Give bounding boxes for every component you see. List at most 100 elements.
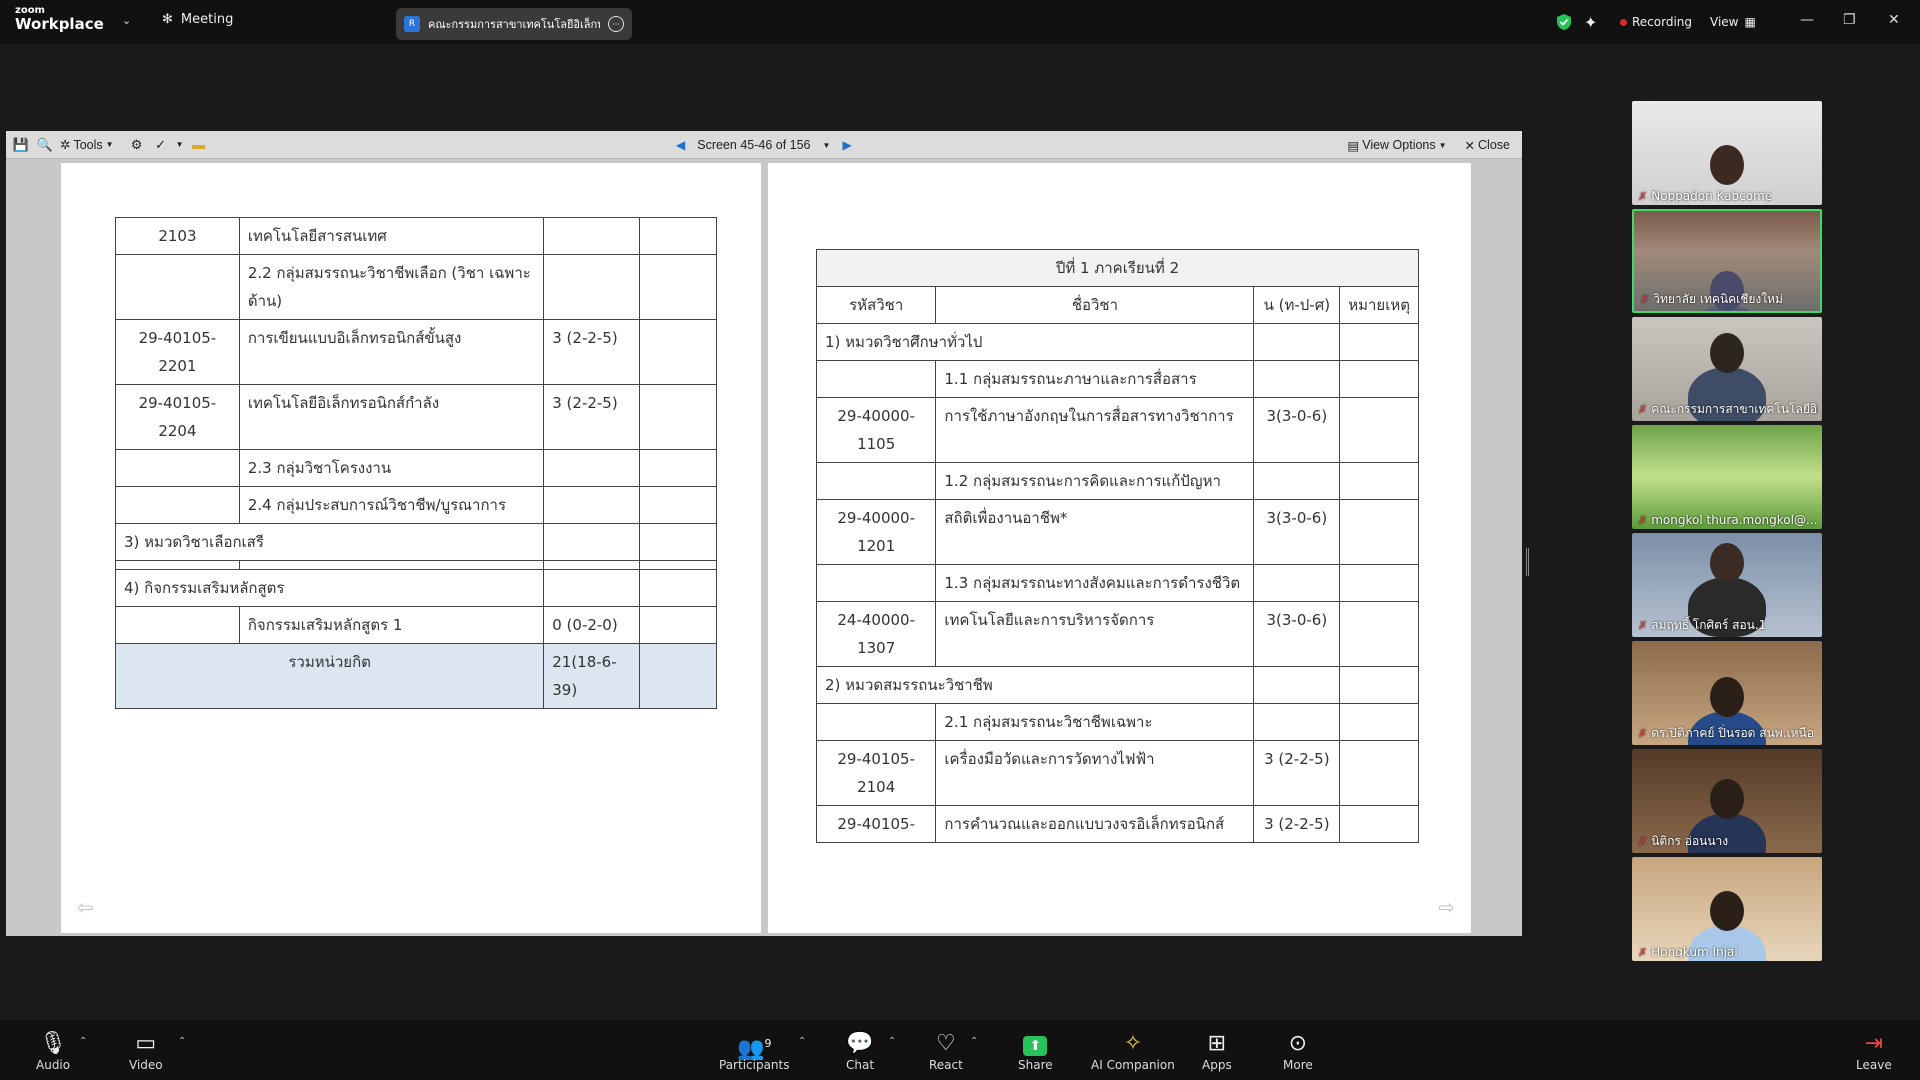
muted-microphone-icon: ✗	[1638, 835, 1648, 848]
participant-video	[1710, 779, 1744, 819]
recording-dot-icon	[1620, 18, 1627, 26]
restore-window-icon[interactable]: ❐	[1843, 12, 1856, 28]
participant-tile[interactable]: ✗ Noppadon Kabcome	[1632, 101, 1822, 205]
table-cell	[639, 560, 717, 570]
next-screen-icon[interactable]: ▶	[842, 138, 851, 152]
more-options-icon[interactable]: ···	[608, 16, 624, 32]
participant-tile[interactable]: ✗ ดร.ปิติภาคย์ ปิ่นรอด สนพ.เหนือ	[1632, 641, 1822, 745]
muted-microphone-icon: ✗	[1638, 619, 1648, 632]
table-row: 24-40000-1307 เทคโนโลยีและการบริหารจัดการ…	[815, 601, 1419, 667]
spelling-icon[interactable]: ✓	[152, 136, 170, 154]
column-header: หมายเหตุ	[1339, 286, 1419, 324]
participant-tile[interactable]: ✗ Hongkum Injai	[1632, 857, 1822, 961]
leave-button[interactable]: ⇥ Leave	[1856, 1030, 1892, 1072]
table-row: 2.4 กลุ่มประสบการณ์วิชาชีพ/บูรณาการ	[115, 486, 717, 524]
muted-microphone-icon: ✗	[1638, 403, 1648, 416]
credit-cell: 3 (2-2-5)	[1253, 805, 1341, 843]
remark-cell	[639, 449, 717, 487]
participant-tile[interactable]: ✗ mongkol thura.mongkol@...	[1632, 425, 1822, 529]
participant-tile[interactable]: ✗ วิทยาลัย เทคนิคเชียงใหม่	[1632, 209, 1822, 313]
group-cell: 2.1 กลุ่มสมรรถนะวิชาชีพเฉพาะ	[935, 703, 1255, 741]
share-button[interactable]: ⬆ Share	[1018, 1030, 1053, 1072]
apps-icon: ⊞	[1207, 1031, 1227, 1056]
previous-page-arrow-icon[interactable]: ⇦	[77, 895, 94, 919]
remark-cell	[639, 319, 717, 385]
page-indicator[interactable]: Screen 45-46 of 156	[697, 138, 810, 152]
table-row: 29-40105-2104 เครื่องมือวัดและการวัดทางไฟ…	[815, 740, 1419, 806]
react-caret-icon[interactable]: ⌃	[970, 1036, 978, 1047]
table-cell	[815, 360, 937, 398]
table-row: 1.3 กลุ่มสมรรถนะทางสังคมและการดำรงชีวิต	[815, 564, 1419, 602]
view-options-menu[interactable]: ▤ View Options ▼	[1347, 138, 1446, 153]
view-button[interactable]: View ▦	[1710, 10, 1756, 34]
research-icon[interactable]: ⚙	[128, 136, 146, 154]
top-bar: zoom Workplace ⌄ ✻ Meeting R คณะกรรมการส…	[0, 0, 1920, 44]
table-cell	[543, 569, 641, 607]
ai-sparkle-icon[interactable]: ✦	[1584, 10, 1597, 34]
close-icon: ✕	[1464, 138, 1476, 153]
close-reading-button[interactable]: ✕ Close	[1465, 138, 1510, 153]
react-button[interactable]: ♡ React	[929, 1030, 963, 1072]
meeting-menu[interactable]: ✻ Meeting	[162, 12, 233, 27]
course-code-cell: 29-40000-1105	[815, 397, 937, 463]
save-icon[interactable]: 💾	[12, 136, 30, 154]
table-row: 29-40000-1105 การใช้ภาษาอังกฤษในการสื่อสา…	[815, 397, 1419, 463]
participant-name-label: ✗ mongkol thura.mongkol@...	[1638, 513, 1817, 527]
previous-screen-icon[interactable]: ◀	[676, 138, 685, 152]
participant-tile[interactable]: ✗คณะกรรมการสาขาเทคโนโลยีอิเล็...	[1632, 317, 1822, 421]
more-button[interactable]: ⊙ More	[1283, 1030, 1313, 1072]
credit-cell: 3 (2-2-5)	[543, 319, 641, 385]
apps-button[interactable]: ⊞ Apps	[1202, 1030, 1232, 1072]
dropdown-arrow-icon[interactable]: ▼	[176, 136, 184, 154]
course-code-cell: 24-40000-1307	[815, 601, 937, 667]
course-name-cell: 2.4 กลุ่มประสบการณ์วิชาชีพ/บูรณาการ	[238, 486, 545, 524]
participant-tile[interactable]: ✗ สมฤทธิ์ โกศิตร์ สอน.1	[1632, 533, 1822, 637]
chat-button[interactable]: 💬 Chat	[846, 1030, 874, 1072]
chat-caret-icon[interactable]: ⌃	[888, 1036, 896, 1047]
table-title: ปีที่ 1 ภาคเรียนที่ 2	[816, 249, 1419, 287]
close-window-icon[interactable]: ✕	[1888, 12, 1900, 28]
recording-indicator[interactable]: Recording	[1620, 10, 1692, 34]
table-cell	[1253, 360, 1341, 398]
muted-microphone-icon: ✗	[1638, 727, 1648, 740]
course-name-cell: เทคโนโลยีและการบริหารจัดการ	[935, 601, 1255, 667]
tools-menu[interactable]: ✲ Tools ▼	[60, 137, 114, 153]
next-page-arrow-icon[interactable]: ⇨	[1438, 895, 1455, 919]
folder-icon[interactable]: ▬	[190, 136, 208, 154]
participant-name-label: ✗คณะกรรมการสาขาเทคโนโลยีอิเล็...	[1638, 400, 1818, 419]
participant-name-label: ✗ Hongkum Injai	[1638, 945, 1738, 959]
table-cell	[1339, 462, 1419, 500]
video-options-caret-icon[interactable]: ⌃	[178, 1036, 186, 1047]
course-name-cell: 2.3 กลุ่มวิชาโครงงาน	[238, 449, 545, 487]
print-preview-icon[interactable]: 🔍	[36, 136, 54, 154]
shared-screen-pill[interactable]: R คณะกรรมการสาขาเทคโนโลยีอิเล็กทรอนิ ···	[396, 8, 632, 40]
participants-caret-icon[interactable]: ⌃	[798, 1036, 806, 1047]
panel-resize-handle[interactable]	[1526, 548, 1529, 576]
ai-companion-icon: ✧	[1123, 1031, 1143, 1056]
participant-tile[interactable]: ✗ นิติกร อ่อนนาง	[1632, 749, 1822, 853]
credit-cell: 3(3-0-6)	[1253, 601, 1341, 667]
course-name-cell: เครื่องมือวัดและการวัดทางไฟฟ้า	[935, 740, 1255, 806]
table-row: 29-40105- การคำนวณและออกแบบวงจรอิเล็กทรอน…	[815, 805, 1419, 843]
table-cell	[1339, 601, 1419, 667]
grid-view-icon: ▦	[1744, 15, 1756, 29]
view-options-icon: ▤	[1347, 138, 1360, 153]
audio-options-caret-icon[interactable]: ⌃	[79, 1036, 87, 1047]
table-cell	[639, 643, 717, 709]
video-button[interactable]: ▭ Video	[129, 1030, 163, 1072]
participants-button[interactable]: 👥9 Participants	[719, 1030, 790, 1072]
ai-companion-button[interactable]: ✧ AI Companion	[1091, 1030, 1175, 1072]
group-cell: 1.2 กลุ่มสมรรถนะการคิดและการแก้ปัญหา	[935, 462, 1255, 500]
audio-button[interactable]: 🎙 Audio	[36, 1030, 70, 1072]
chevron-down-icon[interactable]: ⌄	[122, 14, 131, 27]
dropdown-arrow-icon[interactable]: ▼	[823, 141, 831, 150]
credit-cell: 3(3-0-6)	[1253, 397, 1341, 463]
credit-cell: 3(3-0-6)	[1253, 499, 1341, 565]
muted-microphone-icon: ✗	[1638, 189, 1648, 203]
table-row: กิจกรรมเสริมหลักสูตร 10 (0-2-0)	[115, 606, 717, 644]
security-shield-icon[interactable]	[1556, 10, 1572, 34]
table-cell	[1339, 703, 1419, 741]
participant-name-label: ✗ สมฤทธิ์ โกศิตร์ สอน.1	[1638, 616, 1766, 635]
table-cell	[639, 569, 717, 607]
minimize-icon[interactable]: —	[1800, 12, 1814, 28]
